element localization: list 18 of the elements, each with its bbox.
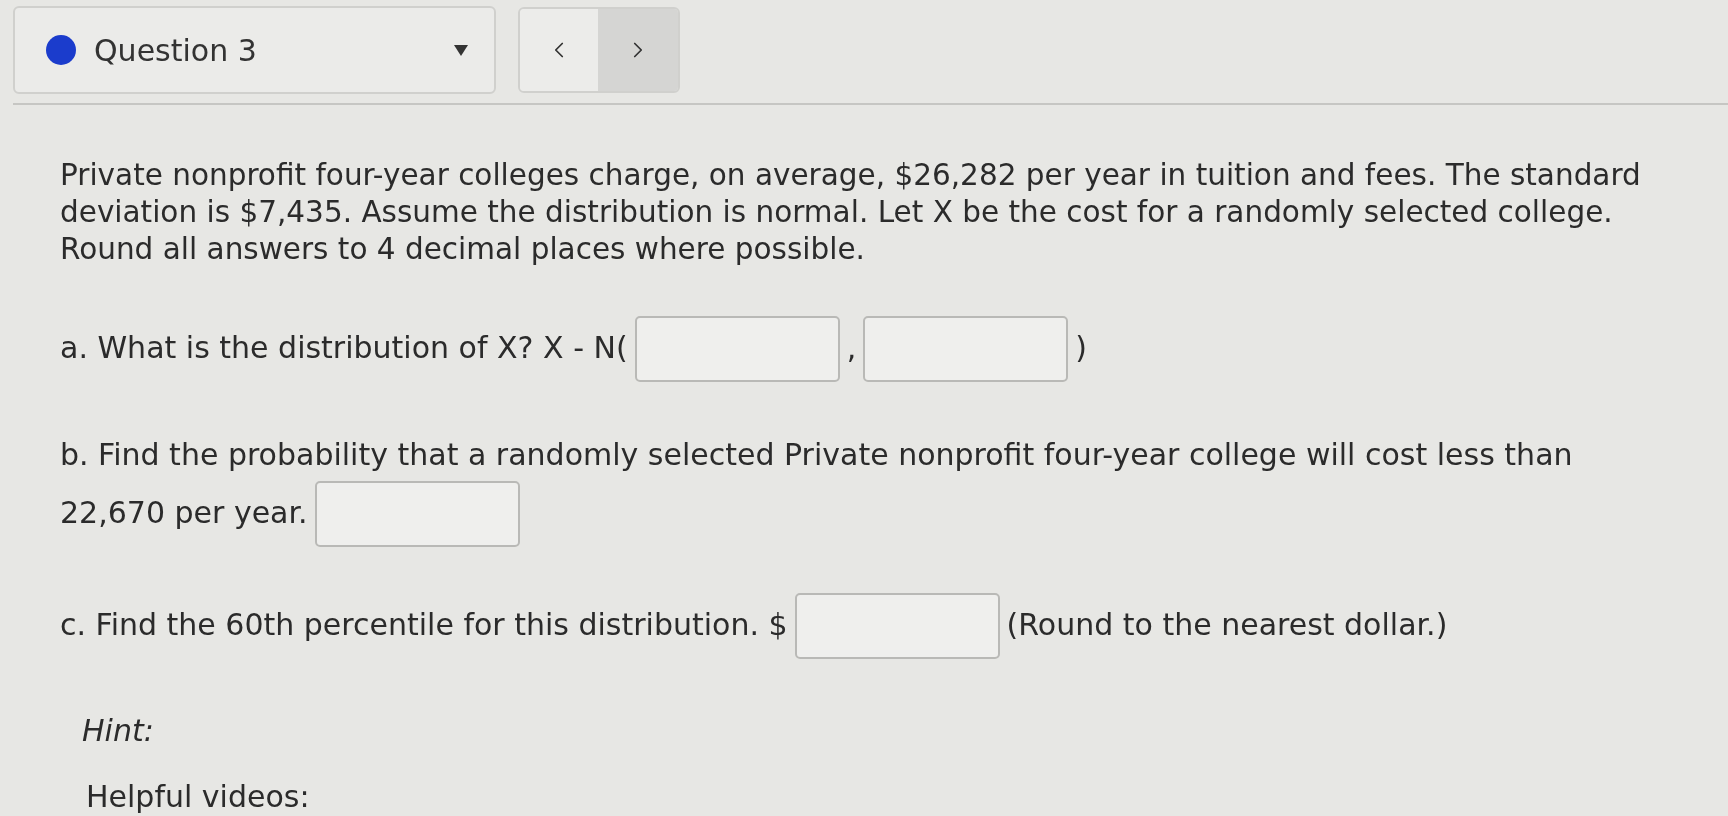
answer-field[interactable] (794, 593, 1000, 659)
question-text: a. What is the distribution of X? X - N( (60, 329, 628, 365)
answer-field[interactable] (863, 316, 1069, 382)
question-text: , (846, 329, 857, 365)
question-text: 22,670 per year. (60, 494, 308, 530)
question-text: b. Find the probability that a randomly selected Private nonprofit four-year college will cost less than (60, 437, 1573, 472)
helpful-videos-label: Helpful videos: (86, 780, 310, 814)
question-text: c. Find the 60th percentile for this distribution. $ (60, 606, 788, 642)
question-dropdown[interactable]: Question 3 (13, 6, 496, 94)
answer-field[interactable] (634, 316, 840, 382)
previous-button[interactable] (520, 9, 598, 91)
question-text: ) (1075, 329, 1087, 365)
answer-field[interactable] (314, 481, 520, 547)
next-button[interactable] (598, 9, 678, 91)
hint-label: Hint: (82, 713, 154, 749)
question-text: (Round to the nearest dollar.) (1006, 606, 1448, 642)
caret-down-icon (454, 44, 468, 56)
question-prompt: Private nonprofit four-year colleges charge, on average, $26,282 per year in tuition and fees. The standard deviation is $7,435. Assume the distribution is normal. Let X be the cost for a randomly selected college. Round all answers to 4 decimal places where possible. (60, 157, 1642, 268)
